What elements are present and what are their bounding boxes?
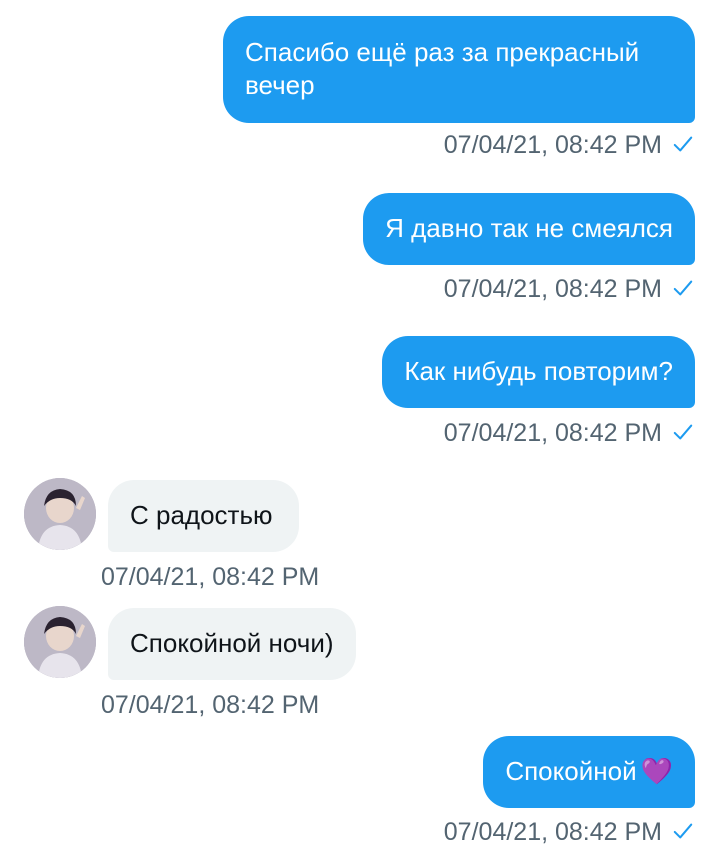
user-avatar[interactable] bbox=[24, 478, 96, 550]
checkmark-icon bbox=[673, 280, 693, 296]
timestamp-text: 07/04/21, 08:42 PM bbox=[443, 275, 662, 303]
timestamp-text: 07/04/21, 08:42 PM bbox=[101, 691, 320, 719]
timestamp-text: 07/04/21, 08:42 PM bbox=[443, 818, 662, 846]
message-timestamp: 07/04/21, 08:42 PM bbox=[444, 130, 694, 160]
message-bubble-outgoing[interactable]: Я давно так не смеялся bbox=[363, 193, 695, 265]
checkmark-icon bbox=[673, 424, 693, 440]
message-text: Я давно так не смеялся bbox=[385, 213, 673, 243]
purple-heart-icon: 💜 bbox=[640, 756, 673, 786]
message-timestamp: 07/04/21, 08:42 PM bbox=[444, 274, 694, 304]
timestamp-text: 07/04/21, 08:42 PM bbox=[443, 131, 662, 159]
message-timestamp: 07/04/21, 08:42 PM bbox=[444, 418, 694, 448]
message-bubble-outgoing[interactable]: Как нибудь повторим? bbox=[382, 336, 695, 408]
timestamp-text: 07/04/21, 08:42 PM bbox=[101, 563, 320, 591]
message-bubble-incoming[interactable]: Спокойной ночи) bbox=[108, 608, 356, 680]
message-bubble-outgoing[interactable]: Спокойной 💜 bbox=[483, 736, 695, 808]
message-timestamp: 07/04/21, 08:42 PM bbox=[101, 562, 319, 592]
message-text: Спокойной ночи) bbox=[130, 628, 334, 658]
message-timestamp: 07/04/21, 08:42 PM bbox=[444, 817, 694, 847]
message-bubble-outgoing[interactable]: Спасибо ещё раз за прекрасный вечер bbox=[223, 16, 695, 123]
message-text: Спокойной bbox=[505, 756, 637, 786]
checkmark-icon bbox=[673, 136, 693, 152]
message-text: С радостью bbox=[130, 500, 273, 530]
user-avatar[interactable] bbox=[24, 606, 96, 678]
timestamp-text: 07/04/21, 08:42 PM bbox=[443, 419, 662, 447]
message-text: Как нибудь повторим? bbox=[404, 356, 673, 386]
message-text: Спасибо ещё раз за прекрасный вечер bbox=[245, 37, 640, 100]
message-bubble-incoming[interactable]: С радостью bbox=[108, 480, 299, 552]
message-timestamp: 07/04/21, 08:42 PM bbox=[101, 690, 319, 720]
checkmark-icon bbox=[673, 823, 693, 839]
